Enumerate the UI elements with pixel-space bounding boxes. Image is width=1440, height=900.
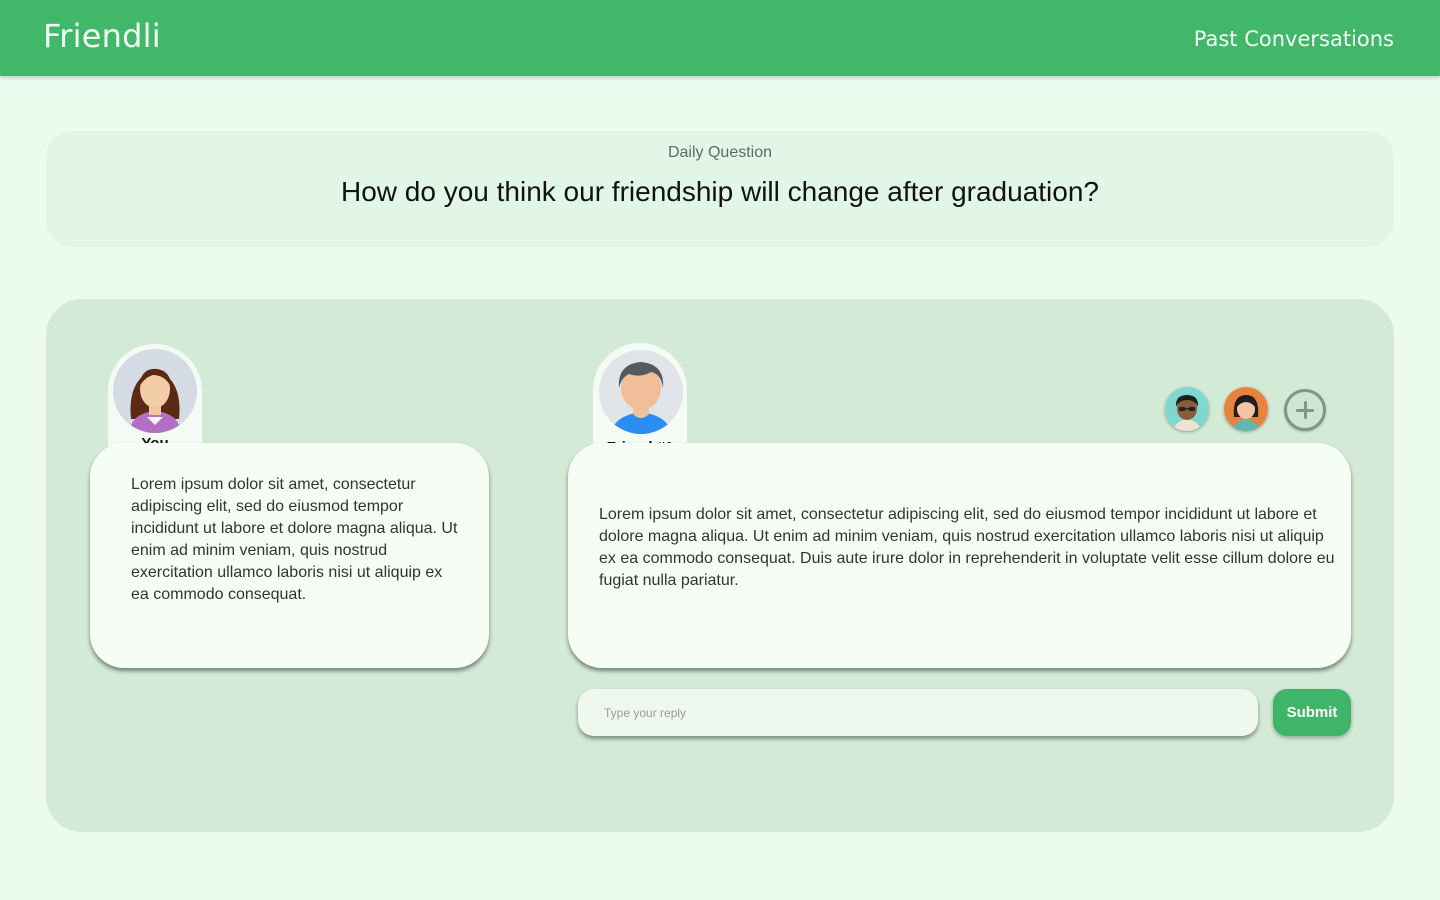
friend-bob-hair-avatar-icon[interactable]: [1224, 387, 1268, 431]
daily-question-card: Daily Question How do you think our frie…: [46, 131, 1394, 247]
friend-avatar-tab: Friend #1: [593, 343, 687, 456]
friend-sunglasses-avatar-icon[interactable]: [1165, 387, 1209, 431]
reply-input[interactable]: [578, 689, 1258, 736]
friend-message-text: Lorem ipsum dolor sit amet, consectetur …: [599, 506, 1335, 589]
you-message-text: Lorem ipsum dolor sit amet, consectetur …: [131, 476, 458, 603]
past-conversations-link[interactable]: Past Conversations: [1194, 27, 1394, 51]
daily-question-label: Daily Question: [667, 144, 773, 161]
you-message-bubble: Lorem ipsum dolor sit amet, consectetur …: [90, 443, 489, 668]
add-friend-plus-circle-icon[interactable]: [1284, 389, 1326, 431]
brand-logo[interactable]: Friendli: [43, 17, 161, 55]
woman-avatar-icon: [113, 349, 197, 433]
submit-button[interactable]: Submit: [1273, 689, 1351, 736]
app-header: Friendli Past Conversations: [0, 0, 1440, 76]
daily-question-text: How do you think our friendship will cha…: [340, 176, 1099, 207]
man-avatar-icon: [599, 350, 683, 434]
friend-message-bubble: Lorem ipsum dolor sit amet, consectetur …: [568, 443, 1351, 668]
you-avatar-tab: You: [108, 344, 202, 452]
